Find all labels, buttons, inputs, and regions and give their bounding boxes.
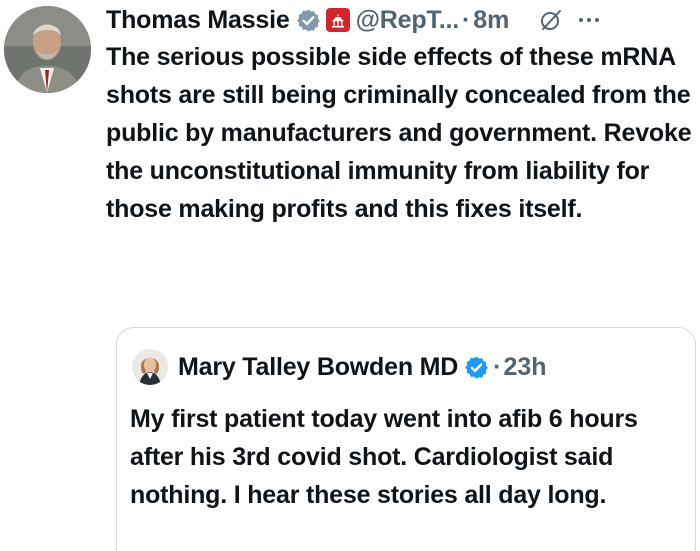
separator-dot: · xyxy=(493,352,502,381)
quoted-tweet-text: My first patient today went into afib 6 … xyxy=(130,405,638,509)
author-name[interactable]: Thomas Massie xyxy=(106,6,290,35)
tweet-header: Thomas Massie @RepT... · 8m xyxy=(106,4,698,36)
more-icon[interactable] xyxy=(575,8,603,32)
government-badge-icon[interactable] xyxy=(325,8,350,32)
quoted-tweet-time[interactable]: 23h xyxy=(503,353,546,382)
quoted-author-avatar xyxy=(132,349,168,385)
author-handle[interactable]: @RepT... xyxy=(356,6,460,35)
separator-dot: · xyxy=(461,5,471,34)
grok-icon[interactable] xyxy=(539,8,563,32)
quoted-author-name[interactable]: Mary Talley Bowden MD xyxy=(178,353,458,382)
quoted-tweet[interactable]: Mary Talley Bowden MD · 23h My first pat… xyxy=(116,327,696,551)
verified-icon[interactable] xyxy=(296,8,321,33)
tweet-text: The serious possible side effects of the… xyxy=(106,43,692,223)
quoted-tweet-header: Mary Talley Bowden MD · 23h xyxy=(132,348,547,386)
author-avatar[interactable] xyxy=(4,6,91,93)
verified-icon[interactable] xyxy=(464,355,489,380)
tweet[interactable]: Thomas Massie @RepT... · 8m The serious … xyxy=(0,0,700,551)
tweet-time[interactable]: 8m xyxy=(473,6,509,35)
